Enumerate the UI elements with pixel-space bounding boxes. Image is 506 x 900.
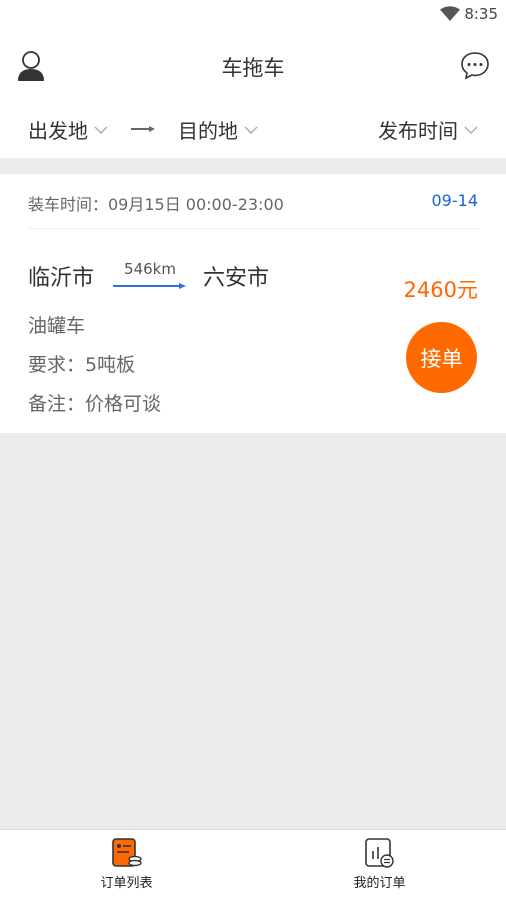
price: 2460元	[403, 278, 478, 302]
tab-order-list-label: 订单列表	[100, 876, 153, 891]
from-city: 临沂市	[28, 266, 95, 291]
destination-filter-label: 目的地	[178, 119, 238, 143]
tab-order-list[interactable]: 订单列表	[0, 830, 253, 900]
status-bar: 8:35	[0, 0, 506, 30]
order-list-icon	[111, 838, 142, 867]
distance: 546km	[124, 260, 176, 278]
publish-time-filter[interactable]: 发布时间	[378, 115, 478, 144]
requirement: 要求：5吨板	[28, 354, 136, 376]
destination-filter[interactable]: 目的地	[178, 115, 258, 144]
app-header: 车拖车	[0, 30, 506, 100]
wifi-icon	[440, 6, 460, 21]
origin-filter-label: 出发地	[28, 119, 88, 143]
publish-time-filter-label: 发布时间	[378, 119, 458, 143]
bottom-tab-bar: 订单列表 我的订单	[0, 829, 506, 900]
my-orders-icon	[364, 838, 394, 868]
order-card[interactable]: 装车时间：09月15日 00:00-23:00 09-14 临沂市 546km …	[0, 174, 506, 433]
chevron-down-icon	[464, 126, 478, 134]
note: 备注：价格可谈	[28, 393, 162, 415]
tab-my-orders[interactable]: 我的订单	[253, 830, 506, 900]
to-city: 六安市	[203, 266, 270, 291]
chat-icon[interactable]	[460, 50, 490, 80]
page-title: 车拖车	[221, 56, 285, 80]
status-time: 8:35	[464, 5, 498, 23]
section-spacer	[0, 158, 506, 174]
tab-my-orders-label: 我的订单	[353, 876, 406, 891]
filter-bar: 出发地 目的地 发布时间	[0, 100, 506, 158]
arrow-right-icon	[131, 126, 155, 132]
vehicle-type: 油罐车	[28, 315, 86, 337]
origin-filter[interactable]: 出发地	[28, 115, 108, 144]
publish-date: 09-14	[431, 191, 479, 210]
route-arrow-icon	[113, 283, 186, 289]
divider	[28, 228, 478, 229]
load-time: 装车时间：09月15日 00:00-23:00	[28, 195, 284, 214]
accept-order-button[interactable]: 接单	[406, 322, 477, 393]
chevron-down-icon	[244, 126, 258, 134]
chevron-down-icon	[94, 126, 108, 134]
